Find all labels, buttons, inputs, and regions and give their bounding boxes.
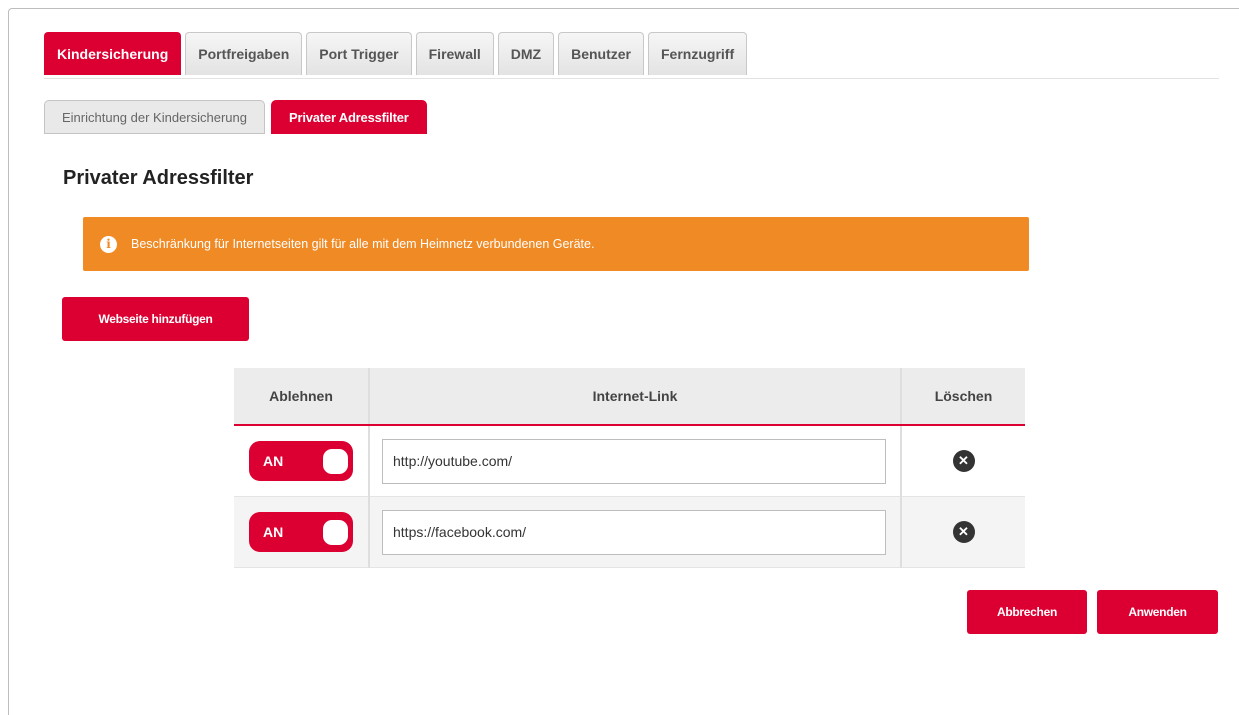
tab-fernzugriff[interactable]: Fernzugriff: [648, 32, 748, 75]
tab-kindersicherung[interactable]: Kindersicherung: [44, 32, 182, 75]
tab-benutzer[interactable]: Benutzer: [558, 32, 644, 75]
alert-text: Beschränkung für Internetseiten gilt für…: [131, 237, 595, 251]
apply-button[interactable]: Anwenden: [1097, 590, 1218, 634]
address-filter-table: Ablehnen Internet-Link Löschen AN ✕ AN: [234, 368, 1025, 568]
url-input[interactable]: [382, 509, 886, 555]
url-input[interactable]: [382, 438, 886, 484]
link-cell: [368, 425, 902, 497]
subtab-einrichtung[interactable]: Einrichtung der Kindersicherung: [44, 100, 265, 134]
column-header-deny: Ablehnen: [234, 368, 369, 426]
table-row: AN ✕: [234, 496, 1025, 568]
delete-cell: ✕: [901, 496, 1025, 568]
deny-toggle[interactable]: AN: [249, 441, 353, 481]
info-icon: i: [100, 235, 117, 253]
delete-icon[interactable]: ✕: [952, 450, 975, 472]
tab-firewall[interactable]: Firewall: [415, 32, 494, 75]
sub-tabs: Einrichtung der Kindersicherung Privater…: [44, 100, 427, 134]
table-header-row: Ablehnen Internet-Link Löschen: [234, 368, 1025, 426]
cancel-button[interactable]: Abbrechen: [967, 590, 1087, 634]
tab-dmz[interactable]: DMZ: [497, 32, 555, 75]
table-row: AN ✕: [234, 425, 1025, 497]
tab-portfreigaben[interactable]: Portfreigaben: [185, 32, 303, 75]
toggle-knob: [323, 448, 348, 474]
delete-cell: ✕: [901, 425, 1025, 497]
page-title: Privater Adressfilter: [63, 167, 254, 189]
add-website-button[interactable]: Webseite hinzufügen: [62, 297, 249, 341]
link-cell: [368, 496, 902, 568]
deny-cell: AN: [234, 425, 369, 497]
info-alert: i Beschränkung für Internetseiten gilt f…: [83, 217, 1029, 271]
tabs-divider: [44, 78, 1219, 79]
delete-icon[interactable]: ✕: [952, 521, 975, 543]
column-header-link: Internet-Link: [368, 368, 902, 426]
subtab-privater-adressfilter[interactable]: Privater Adressfilter: [271, 100, 427, 134]
deny-cell: AN: [234, 496, 369, 568]
column-header-delete: Löschen: [901, 368, 1025, 426]
tab-port-trigger[interactable]: Port Trigger: [306, 32, 412, 75]
main-tabs: Kindersicherung Portfreigaben Port Trigg…: [44, 32, 748, 75]
toggle-label: AN: [263, 524, 284, 540]
toggle-knob: [323, 519, 348, 545]
toggle-label: AN: [263, 453, 284, 469]
deny-toggle[interactable]: AN: [249, 512, 353, 552]
